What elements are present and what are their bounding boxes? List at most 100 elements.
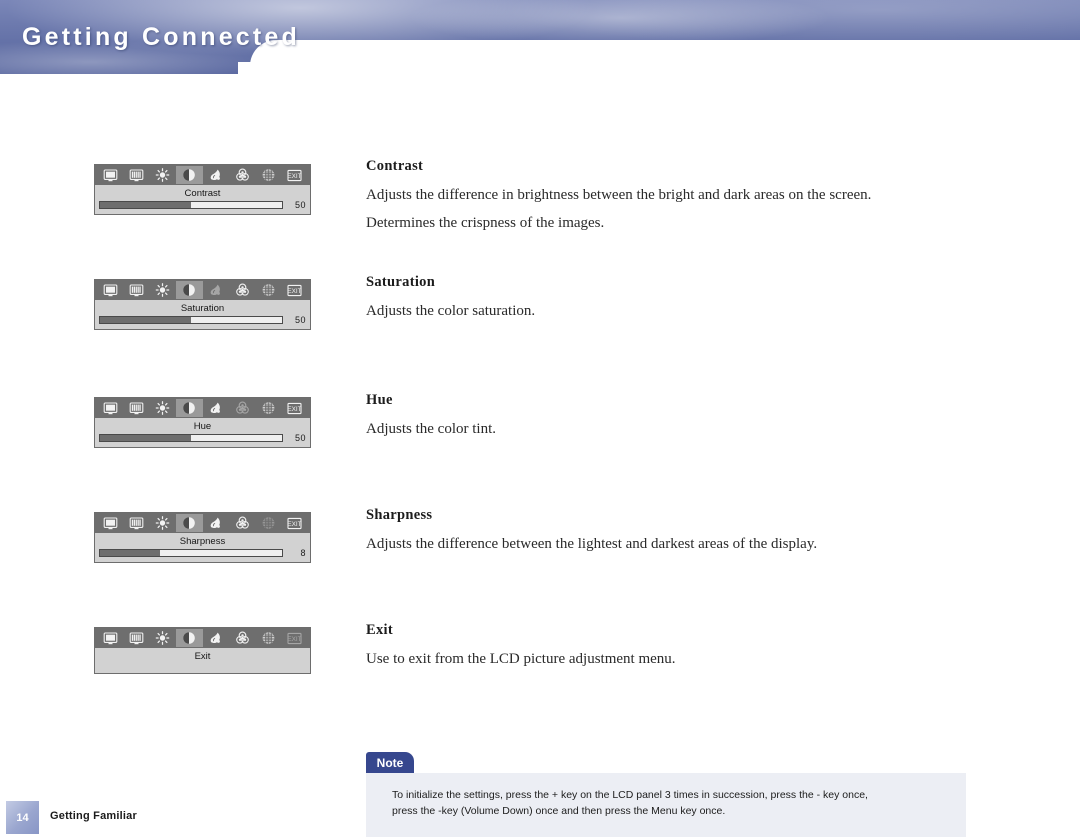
osd-slider-value: 50 — [294, 433, 306, 443]
osd-slider-track[interactable] — [99, 549, 283, 557]
description-heading: Contrast — [366, 158, 424, 174]
osd-slider-row: 50 — [95, 433, 310, 447]
saturation-icon[interactable] — [203, 399, 229, 417]
hue-icon[interactable] — [229, 281, 255, 299]
osd-slider-fill — [100, 202, 191, 208]
description-block-exit: Exit Use to exit from the LCD picture adj… — [366, 622, 986, 676]
osd-icon-bar: EXIT — [95, 398, 310, 418]
svg-text:EXIT: EXIT — [288, 288, 302, 295]
osd-icon-bar: EXIT — [95, 280, 310, 300]
description-heading: Exit — [366, 622, 393, 638]
page-header-banner: Getting Connected — [0, 0, 1080, 74]
osd-slider-value: 8 — [300, 548, 306, 558]
osd-slider-row: 50 — [95, 315, 310, 329]
brightness-icon[interactable] — [150, 629, 176, 647]
exit-icon[interactable]: EXIT — [282, 399, 308, 417]
hue-icon[interactable] — [229, 629, 255, 647]
osd-slider-track[interactable] — [99, 316, 283, 324]
osd-slider-track[interactable] — [99, 201, 283, 209]
description-block-sharpness: Sharpness Adjusts the difference between … — [366, 507, 986, 561]
monitor-icon[interactable] — [97, 281, 123, 299]
screen-adjust-icon[interactable] — [123, 399, 149, 417]
description-paragraph: Determines the crispness of the images. — [366, 215, 605, 231]
hue-icon[interactable] — [229, 399, 255, 417]
contrast-icon[interactable] — [176, 399, 203, 417]
brightness-icon[interactable] — [150, 514, 176, 532]
contrast-icon[interactable] — [176, 166, 203, 184]
osd-menu-contrast: EXIT Contrast 50 — [94, 164, 311, 215]
sharpness-icon[interactable] — [255, 514, 281, 532]
sharpness-icon[interactable] — [255, 629, 281, 647]
description-paragraph: Adjusts the difference between the light… — [366, 536, 818, 552]
osd-slider-value: 50 — [294, 200, 306, 210]
screen-adjust-icon[interactable] — [123, 514, 149, 532]
osd-slider-fill — [100, 317, 191, 323]
osd-menu-hue: EXIT Hue 50 — [94, 397, 311, 448]
osd-slider-fill — [100, 435, 191, 441]
note-body: To initialize the settings, press the + … — [366, 773, 966, 837]
contrast-icon[interactable] — [176, 514, 203, 532]
osd-menu-exit: EXIT Exit — [94, 627, 311, 674]
saturation-icon[interactable] — [203, 514, 229, 532]
description-heading: Saturation — [366, 274, 436, 290]
note-tab-label: Note — [366, 752, 414, 773]
svg-text:EXIT: EXIT — [288, 406, 302, 413]
svg-text:EXIT: EXIT — [288, 636, 302, 643]
brightness-icon[interactable] — [150, 166, 176, 184]
footer-chapter-label: Getting Familiar — [50, 810, 137, 822]
osd-selected-label: Exit — [194, 651, 211, 662]
sharpness-icon[interactable] — [255, 281, 281, 299]
screen-adjust-icon[interactable] — [123, 166, 149, 184]
description-paragraph: Adjusts the difference in brightness bet… — [366, 187, 872, 203]
osd-selected-label: Saturation — [180, 303, 225, 314]
exit-icon[interactable]: EXIT — [282, 166, 308, 184]
exit-icon[interactable]: EXIT — [282, 514, 308, 532]
description-heading: Hue — [366, 392, 393, 408]
brightness-icon[interactable] — [150, 281, 176, 299]
monitor-icon[interactable] — [97, 166, 123, 184]
description-block-contrast: Contrast Adjusts the difference in bright… — [366, 158, 986, 240]
osd-slider-row: 50 — [95, 200, 310, 214]
description-paragraph: Adjusts the color saturation. — [366, 303, 536, 319]
banner-swoosh-shape — [250, 40, 1080, 74]
saturation-icon[interactable] — [203, 166, 229, 184]
description-block-saturation: Saturation Adjusts the color saturation. — [366, 274, 986, 328]
note-box: Note To initialize the settings, press t… — [366, 752, 966, 837]
osd-menu-saturation: EXIT Saturation 50 — [94, 279, 311, 330]
sharpness-icon[interactable] — [255, 399, 281, 417]
banner-swoosh-tail — [238, 62, 268, 74]
exit-icon[interactable]: EXIT — [282, 629, 308, 647]
note-line: To initialize the settings, press the + … — [392, 789, 868, 801]
monitor-icon[interactable] — [97, 629, 123, 647]
contrast-icon[interactable] — [176, 629, 203, 647]
osd-icon-bar: EXIT — [95, 513, 310, 533]
description-heading: Sharpness — [366, 507, 433, 523]
screen-adjust-icon[interactable] — [123, 629, 149, 647]
osd-slider-fill — [100, 550, 161, 556]
osd-slider-value: 50 — [294, 315, 306, 325]
exit-icon[interactable]: EXIT — [282, 281, 308, 299]
note-line: press the -key (Volume Down) once and th… — [392, 805, 726, 817]
osd-slider-row: 8 — [95, 548, 310, 562]
osd-empty-slider-area — [95, 663, 310, 673]
monitor-icon[interactable] — [97, 399, 123, 417]
hue-icon[interactable] — [229, 514, 255, 532]
osd-selected-label: Hue — [193, 421, 212, 432]
saturation-icon[interactable] — [203, 281, 229, 299]
page-title: Getting Connected — [22, 23, 301, 51]
contrast-icon[interactable] — [176, 281, 203, 299]
svg-text:EXIT: EXIT — [288, 521, 302, 528]
osd-slider-track[interactable] — [99, 434, 283, 442]
osd-icon-bar: EXIT — [95, 165, 310, 185]
description-block-hue: Hue Adjusts the color tint. — [366, 392, 986, 446]
sharpness-icon[interactable] — [255, 166, 281, 184]
osd-selected-label: Sharpness — [179, 536, 226, 547]
saturation-icon[interactable] — [203, 629, 229, 647]
osd-menu-sharpness: EXIT Sharpness 8 — [94, 512, 311, 563]
monitor-icon[interactable] — [97, 514, 123, 532]
hue-icon[interactable] — [229, 166, 255, 184]
osd-icon-bar: EXIT — [95, 628, 310, 648]
screen-adjust-icon[interactable] — [123, 281, 149, 299]
brightness-icon[interactable] — [150, 399, 176, 417]
page-number-badge: 14 — [6, 801, 39, 834]
